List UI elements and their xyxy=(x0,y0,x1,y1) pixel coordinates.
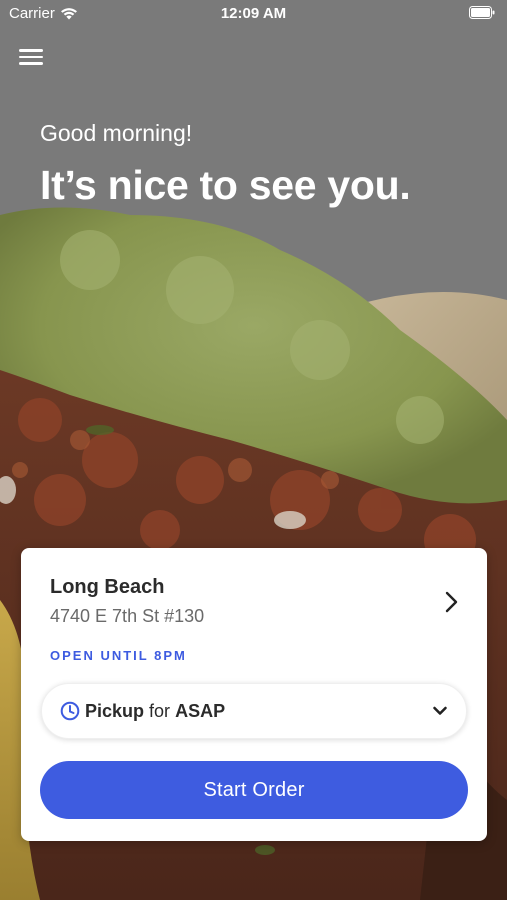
hamburger-menu-icon[interactable] xyxy=(18,46,44,70)
pickup-time-selector[interactable]: Pickup for ASAP xyxy=(41,683,467,739)
store-selector[interactable]: Long Beach 4740 E 7th St #130 OPEN UNTIL… xyxy=(21,548,487,668)
clock-icon xyxy=(60,701,80,721)
menu-line xyxy=(19,49,43,52)
store-address: 4740 E 7th St #130 xyxy=(50,606,205,626)
app-screen: Carrier 12:09 AM Good morning! It’s nice… xyxy=(0,0,507,900)
welcome-headline: It’s nice to see you. xyxy=(40,162,411,208)
pickup-mode: Pickup xyxy=(85,701,145,721)
menu-line xyxy=(19,62,43,65)
start-order-button[interactable]: Start Order xyxy=(40,761,468,819)
pickup-connector: for xyxy=(149,701,171,721)
location-card: Long Beach 4740 E 7th St #130 OPEN UNTIL… xyxy=(21,548,487,841)
chevron-right-icon xyxy=(445,591,458,613)
greeting-text: Good morning! xyxy=(40,120,193,146)
pickup-time: ASAP xyxy=(175,701,226,721)
store-name: Long Beach xyxy=(50,576,165,598)
status-bar: Carrier 12:09 AM xyxy=(0,0,507,28)
menu-line xyxy=(19,55,43,58)
status-time: 12:09 AM xyxy=(220,5,287,22)
battery-icon xyxy=(469,6,495,19)
open-hours-status: OPEN UNTIL 8PM xyxy=(50,648,187,663)
pickup-label: Pickup for ASAP xyxy=(85,701,225,722)
chevron-down-icon xyxy=(433,706,447,715)
